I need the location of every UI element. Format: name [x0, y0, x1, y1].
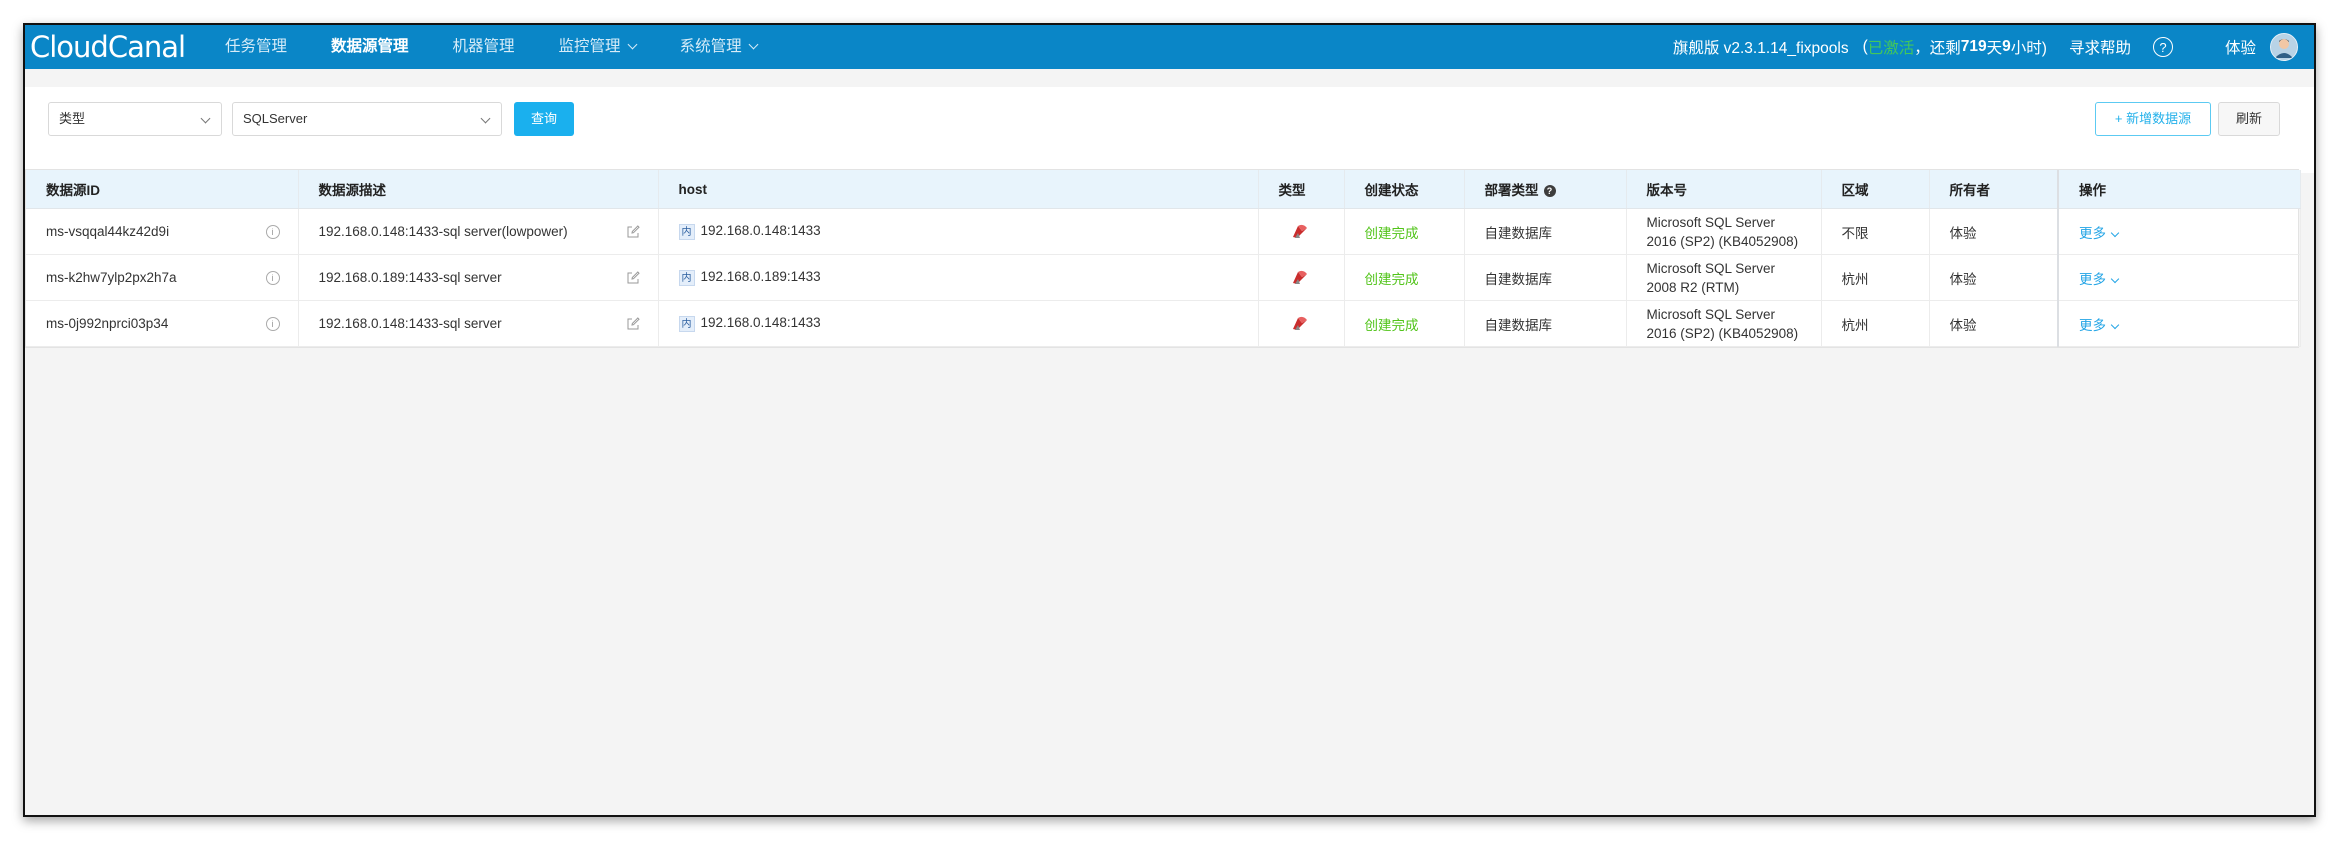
refresh-button[interactable]: 刷新 [2218, 102, 2280, 136]
more-dropdown[interactable]: 更多 [2079, 272, 2120, 287]
chevron-down-icon [627, 39, 638, 50]
more-dropdown[interactable]: 更多 [2079, 318, 2120, 333]
version-label: 旗舰版 v2.3.1.14_fixpools [1672, 40, 1849, 57]
cell-version: Microsoft SQL Server 2016 (SP2) (KB40529… [1626, 208, 1822, 255]
internal-network-badge: 内 [678, 315, 695, 332]
cell-desc: 192.168.0.148:1433-sql server [298, 300, 659, 347]
cell-ops: 更多 [2057, 300, 2301, 347]
header-ops: 操作 [2057, 170, 2301, 209]
avatar-icon [2271, 34, 2297, 60]
cell-type [1258, 208, 1345, 255]
header-host: host [658, 170, 1259, 209]
nav-monitor-management[interactable]: 监控管理 [559, 25, 638, 69]
chevron-down-icon [748, 39, 759, 50]
cell-deploy: 自建数据库 [1464, 254, 1627, 301]
top-right-area: 旗舰版 v2.3.1.14_fixpools ( 已激活 ，还剩 719 天 9… [1673, 25, 2298, 69]
cell-id: ms-k2hw7ylp2px2h7a i [26, 254, 299, 301]
question-icon[interactable]: ? [1543, 185, 1556, 197]
avatar[interactable] [2270, 33, 2298, 61]
cell-deploy: 自建数据库 [1464, 208, 1627, 255]
cell-id: ms-0j992nprci03p34 i [26, 300, 299, 347]
internal-network-badge: 内 [678, 269, 695, 286]
nav-machine-management[interactable]: 机器管理 [453, 25, 515, 69]
edit-icon[interactable] [626, 270, 640, 285]
header-deploy: 部署类型? [1464, 170, 1627, 209]
license-status: 已激活 [1867, 40, 1915, 57]
datasource-table: 数据源ID 数据源描述 host 类型 创建状态 部署类型? 版本号 区域 所有… [25, 169, 2301, 348]
cell-host: 内 192.168.0.189:1433 [658, 254, 1259, 301]
chevron-down-icon [2110, 228, 2120, 237]
browser-window: CloudCanal 任务管理 数据源管理 机器管理 监控管理 系统管理 旗舰版… [23, 23, 2316, 817]
header-desc: 数据源描述 [298, 170, 659, 209]
nav-system-management[interactable]: 系统管理 [680, 25, 759, 69]
table-row: ms-0j992nprci03p34 i 192.168.0.148:1433-s… [26, 300, 2301, 347]
user-name[interactable]: 体验 [2225, 36, 2256, 58]
cell-region: 杭州 [1821, 254, 1930, 301]
license-remaining-prefix: ，还剩 [1914, 40, 1961, 57]
cell-desc: 192.168.0.189:1433-sql server [298, 254, 659, 301]
edit-icon[interactable] [626, 224, 640, 239]
cell-ops: 更多 [2057, 208, 2301, 255]
cloudcanal-logo[interactable]: CloudCanal [30, 25, 186, 69]
chevron-down-icon [200, 113, 211, 124]
cell-status: 创建完成 [1344, 208, 1465, 255]
chevron-down-icon [480, 113, 491, 124]
sqlserver-icon [1292, 270, 1307, 284]
top-navbar: CloudCanal 任务管理 数据源管理 机器管理 监控管理 系统管理 旗舰版… [25, 25, 2314, 69]
cell-owner: 体验 [1929, 208, 2059, 255]
info-icon[interactable]: i [265, 316, 280, 331]
query-button[interactable]: 查询 [514, 102, 574, 136]
type-select[interactable]: 类型 [48, 102, 222, 136]
info-icon[interactable]: i [265, 224, 280, 239]
table-header-row: 数据源ID 数据源描述 host 类型 创建状态 部署类型? 版本号 区域 所有… [26, 170, 2301, 209]
db-type-select[interactable]: SQLServer [232, 102, 502, 136]
header-id: 数据源ID [26, 170, 299, 209]
cell-type [1258, 254, 1345, 301]
header-region: 区域 [1821, 170, 1930, 209]
nav-task-management[interactable]: 任务管理 [225, 25, 287, 69]
license-days-unit: 天 [1986, 40, 2003, 57]
cell-ops: 更多 [2057, 254, 2301, 301]
cell-version: Microsoft SQL Server 2016 (SP2) (KB40529… [1626, 300, 1822, 347]
header-version: 版本号 [1626, 170, 1822, 209]
cell-region: 杭州 [1821, 300, 1930, 347]
header-owner: 所有者 [1929, 170, 2059, 209]
cell-owner: 体验 [1929, 300, 2059, 347]
cell-status: 创建完成 [1344, 254, 1465, 301]
sqlserver-icon [1292, 316, 1307, 330]
chevron-down-icon [2110, 320, 2120, 329]
cell-desc: 192.168.0.148:1433-sql server(lowpower) [298, 208, 659, 255]
help-link[interactable]: 寻求帮助 [2069, 36, 2131, 58]
table-row: ms-vsqqal44kz42d9i i 192.168.0.148:1433-s… [26, 208, 2301, 255]
info-icon[interactable]: i [265, 270, 280, 285]
cell-deploy: 自建数据库 [1464, 300, 1627, 347]
header-type: 类型 [1258, 170, 1345, 209]
cell-version: Microsoft SQL Server 2008 R2 (RTM) [1626, 254, 1822, 301]
main-nav: 任务管理 数据源管理 机器管理 监控管理 系统管理 [225, 25, 801, 69]
chevron-down-icon [2110, 274, 2120, 283]
edit-icon[interactable] [626, 316, 640, 331]
nav-datasource-management[interactable]: 数据源管理 [331, 25, 409, 69]
cell-host: 内 192.168.0.148:1433 [658, 208, 1259, 255]
question-circle-icon[interactable]: ? [2152, 37, 2173, 57]
cell-owner: 体验 [1929, 254, 2059, 301]
license-hours-unit: 小时) [2010, 40, 2047, 57]
license-hours: 9 [2002, 38, 2011, 55]
sqlserver-icon [1292, 224, 1307, 238]
more-dropdown[interactable]: 更多 [2079, 226, 2120, 241]
header-status: 创建状态 [1344, 170, 1465, 209]
cell-status: 创建完成 [1344, 300, 1465, 347]
table-row: ms-k2hw7ylp2px2h7a i 192.168.0.189:1433-s… [26, 254, 2301, 301]
internal-network-badge: 内 [678, 223, 695, 240]
license-days: 719 [1960, 38, 1987, 55]
cell-region: 不限 [1821, 208, 1930, 255]
add-datasource-button[interactable]: + 新增数据源 [2095, 102, 2211, 136]
cell-host: 内 192.168.0.148:1433 [658, 300, 1259, 347]
cell-id: ms-vsqqal44kz42d9i i [26, 208, 299, 255]
cell-type [1258, 300, 1345, 347]
filter-panel: 类型 SQLServer 查询 + 新增数据源 刷新 [25, 87, 2314, 173]
